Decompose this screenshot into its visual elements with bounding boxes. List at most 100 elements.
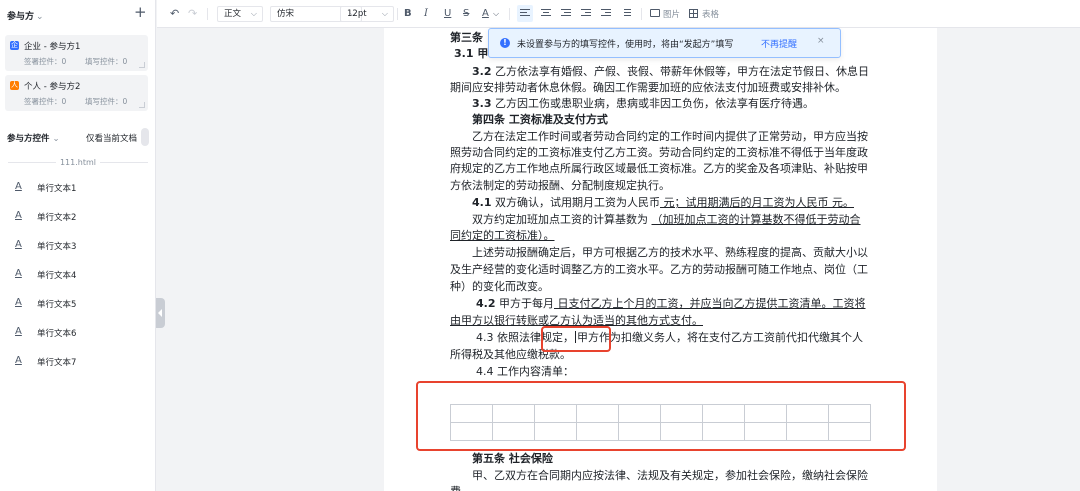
text-field-icon: A [15, 210, 22, 221]
doc-heading: 第四条 工资标准及支付方式 [472, 113, 608, 126]
control-item[interactable]: A 单行文本4 [0, 265, 156, 285]
clause-number: 4.2 [476, 297, 496, 310]
font-color-button[interactable]: A [482, 6, 489, 22]
close-icon[interactable]: × [817, 36, 825, 46]
clause-number: 3.3 [472, 97, 492, 110]
chevron-down-icon: ⌄ [36, 12, 44, 22]
indent-decrease-icon[interactable] [581, 9, 591, 18]
only-current-doc-toggle[interactable] [141, 128, 149, 146]
control-label: 单行文本5 [37, 300, 77, 310]
participant-card-1[interactable]: 企 企业 - 参与方1 签署控件：0 填写控件：0 [5, 35, 148, 71]
chevron-down-icon: ⌵ [381, 9, 388, 18]
doc-heading: 第五条 社会保险 [472, 452, 553, 465]
participant-name: 企业 - 参与方1 [24, 42, 81, 52]
control-item[interactable]: A 单行文本3 [0, 236, 156, 256]
control-item[interactable]: A 单行文本1 [0, 178, 156, 198]
file-name-label: 111.html [59, 158, 97, 167]
control-item[interactable]: A 单行文本2 [0, 207, 156, 227]
fill-in-blank[interactable]: 元；试用期满后的月工资为人民币 元。 [660, 196, 854, 209]
undo-icon[interactable]: ↶ [170, 6, 179, 22]
clause-text: 乙方因工伤或患职业病，患病或非因工负伤，依法享有医疗待遇。 [491, 97, 814, 110]
align-left-button[interactable] [517, 5, 533, 22]
left-panel: 参与方 ⌄ + 企 企业 - 参与方1 签署控件：0 填写控件：0 人 个人 - … [0, 0, 156, 491]
indent-increase-icon[interactable] [601, 9, 611, 18]
clause-text: 乙方依法享有婚假、产假、丧假、带薪年休假等，甲方在法定节假日、休息日 [491, 65, 869, 78]
insert-table-label[interactable]: 表格 [702, 8, 719, 20]
notice-banner: ! 未设置参与方的填写控件，使用时，将由“发起方”填写 不再提醒 × [488, 28, 841, 58]
divider [509, 8, 510, 20]
align-center-icon[interactable] [541, 9, 551, 18]
chevron-down-icon: ⌵ [250, 9, 257, 18]
participants-title: 参与方 [7, 12, 35, 22]
table-icon[interactable] [689, 9, 698, 18]
divider [207, 8, 208, 20]
participant-fill-count: 填写控件：0 [85, 57, 128, 66]
doc-line: 照劳动合同约定的工资标准支付乙方工资。劳动合同约定的工资标准不得低于当年度政 [450, 146, 868, 159]
bold-button[interactable]: B [404, 6, 412, 22]
enterprise-icon: 企 [10, 41, 19, 50]
resize-handle-icon [139, 62, 145, 68]
doc-line: 府规定的乙方工作地点所属行政区域最低工资标准。乙方的奖金及各项津贴、补贴按甲 [450, 162, 868, 175]
underline-button[interactable]: U [444, 6, 451, 22]
control-label: 单行文本1 [37, 184, 77, 194]
person-icon: 人 [10, 81, 19, 90]
control-label: 单行文本4 [37, 271, 77, 281]
text-field-icon: A [15, 268, 22, 279]
control-item[interactable]: A 单行文本6 [0, 323, 156, 343]
doc-line: 同约定的工资标准）。 [450, 229, 555, 242]
chevron-down-icon[interactable]: ⌵ [493, 6, 499, 22]
text-field-icon: A [15, 297, 22, 308]
select-value: 正文 [224, 9, 242, 19]
highlight-box-inline [541, 326, 611, 352]
control-label: 单行文本3 [37, 242, 77, 252]
control-item[interactable]: A 单行文本7 [0, 352, 156, 372]
clause-text: 双方确认，试用期月工资为人民币 [491, 196, 660, 209]
align-left-icon [520, 9, 530, 18]
divider [397, 8, 398, 20]
text-field-icon: A [15, 355, 22, 366]
participant-card-2[interactable]: 人 个人 - 参与方2 签署控件：0 填写控件：0 [5, 75, 148, 111]
clause-text: 双方约定加班加点工资的计算基数为 [472, 213, 652, 226]
italic-button[interactable]: I [424, 6, 428, 22]
align-right-icon[interactable] [561, 9, 571, 18]
font-size-select[interactable]: 12pt ⌵ [340, 6, 394, 22]
strikethrough-button[interactable]: S [463, 6, 469, 22]
participants-header[interactable]: 参与方 ⌄ [7, 9, 44, 22]
doc-line: 期间应安排劳动者休息休假。确因工作需要加班的应依法支付加班费或安排补休。 [450, 81, 846, 94]
participant-sign-count: 签署控件：0 [24, 97, 67, 106]
redo-icon[interactable]: ↷ [188, 6, 197, 22]
participant-name: 个人 - 参与方2 [24, 82, 81, 92]
add-participant-icon[interactable]: + [134, 5, 147, 20]
insert-image-label[interactable]: 图片 [663, 8, 680, 20]
image-icon[interactable] [650, 9, 660, 17]
editor-toolbar: ↶ ↷ 正文 ⌵ 仿宋 ⌵ 12pt ⌵ B I U S A ⌵ 图片 表格 [157, 0, 1080, 28]
fill-in-blank[interactable]: 日支付乙方上个月的工资，并应当向乙方提供工资清单。工资将 [554, 297, 865, 310]
notice-message: 未设置参与方的填写控件，使用时，将由“发起方”填写 [517, 40, 734, 50]
fill-in-blank[interactable]: （加班加点工资的计算基数不得低于劳动合 [652, 213, 861, 226]
line-spacing-icon[interactable] [621, 9, 631, 18]
dismiss-forever-link[interactable]: 不再提醒 [761, 37, 797, 50]
doc-line: 及生产经营的变化适时调整乙方的工资水平。乙方的劳动报酬可随工作地点、岗位（工 [450, 263, 868, 276]
participant-controls-header[interactable]: 参与方控件 ⌄ [7, 132, 60, 144]
control-item[interactable]: A 单行文本5 [0, 294, 156, 314]
controls-title: 参与方控件 [7, 134, 50, 144]
clause-text: 甲方于每月 [495, 297, 554, 310]
control-label: 单行文本2 [37, 213, 77, 223]
chevron-down-icon: ⌄ [52, 134, 60, 144]
clause-number: 3.2 [472, 65, 492, 78]
text-field-icon: A [15, 326, 22, 337]
control-label: 单行文本7 [37, 358, 77, 368]
collapse-panel-handle[interactable] [156, 298, 165, 328]
doc-line: 甲、乙双方在合同期内应按法律、法规及有关规定，参加社会保险，缴纳社会保险 [472, 469, 868, 482]
divider [641, 8, 642, 20]
doc-line: 第三条 [450, 31, 483, 44]
text-field-icon: A [15, 239, 22, 250]
doc-line: 方依法制定的劳动报酬、分配制度规定执行。 [450, 179, 670, 192]
doc-line: 乙方在法定工作时间或者劳动合同约定的工作时间内提供了正常劳动，甲方应当按 [472, 130, 868, 143]
info-icon: ! [500, 38, 510, 48]
clause-number: 4.1 [472, 196, 492, 209]
doc-line: 种）的变化而改变。 [450, 280, 549, 293]
paragraph-style-select[interactable]: 正文 ⌵ [217, 6, 263, 22]
participant-sign-count: 签署控件：0 [24, 57, 67, 66]
text-field-icon: A [15, 181, 22, 192]
